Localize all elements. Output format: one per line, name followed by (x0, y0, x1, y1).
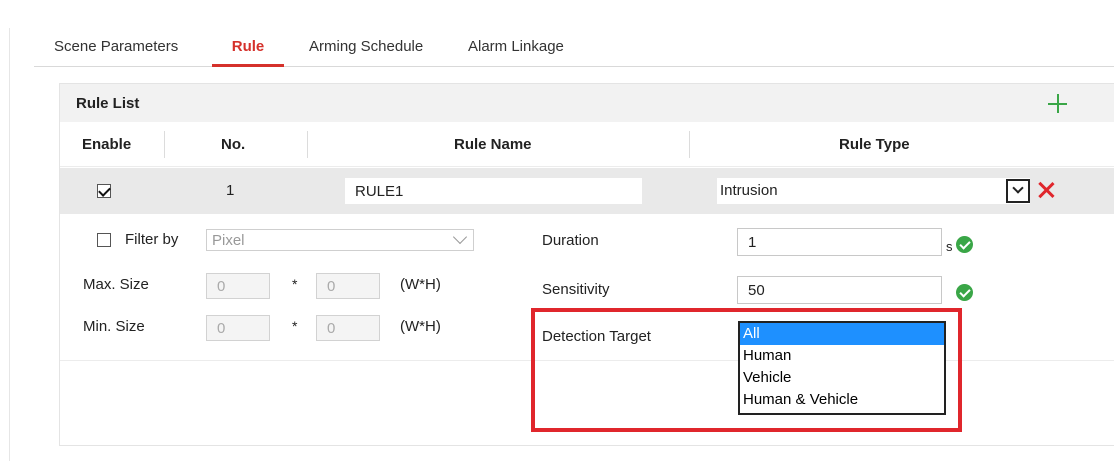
filter-by-checkbox[interactable] (97, 233, 111, 247)
chevron-down-icon (452, 229, 468, 245)
filter-by-label: Filter by (125, 231, 179, 248)
rule-list-header: Rule List (60, 84, 1114, 122)
min-size-separator: * (292, 318, 298, 334)
filter-by-value: Pixel (212, 232, 245, 249)
table-header: Enable No. Rule Name Rule Type (60, 122, 1114, 167)
tab-bar: Scene Parameters Rule Arming Schedule Al… (34, 0, 1114, 67)
max-size-separator: * (292, 276, 298, 292)
min-width-input[interactable]: 0 (206, 315, 270, 341)
duration-unit: s (946, 239, 953, 254)
filter-by-select[interactable]: Pixel (206, 229, 474, 251)
tab-rule[interactable]: Rule (212, 38, 284, 67)
sensitivity-label: Sensitivity (542, 281, 610, 298)
rule-list-title: Rule List (76, 95, 140, 112)
tab-alarm-linkage[interactable]: Alarm Linkage (468, 38, 564, 67)
rule-type-value: Intrusion (720, 182, 778, 199)
rule-type-select[interactable]: Intrusion (717, 178, 1030, 204)
duration-label: Duration (542, 232, 599, 249)
min-size-label: Min. Size (83, 318, 145, 335)
enable-checkbox[interactable] (97, 184, 111, 198)
close-icon[interactable] (1036, 180, 1056, 200)
duration-input[interactable]: 1 (737, 228, 942, 256)
rule-number: 1 (226, 182, 235, 199)
col-enable: Enable (82, 136, 132, 153)
min-height-input[interactable]: 0 (316, 315, 380, 341)
col-divider (307, 131, 308, 158)
col-rule-name: Rule Name (454, 136, 532, 153)
max-width-input[interactable]: 0 (206, 273, 270, 299)
sensitivity-input[interactable]: 50 (737, 276, 942, 304)
page-left-border (9, 28, 10, 461)
rule-name-input[interactable] (345, 178, 642, 204)
chevron-down-icon[interactable] (1006, 179, 1030, 203)
min-size-unit: (W*H) (400, 318, 441, 335)
check-icon (956, 284, 973, 301)
tab-arming-schedule[interactable]: Arming Schedule (309, 38, 423, 67)
col-no: No. (221, 136, 246, 153)
max-size-label: Max. Size (83, 276, 149, 293)
col-rule-type: Rule Type (839, 136, 910, 153)
plus-icon[interactable] (1045, 90, 1071, 116)
highlight-box (531, 308, 962, 432)
max-size-unit: (W*H) (400, 276, 441, 293)
col-divider (164, 131, 165, 158)
table-row[interactable]: 1 Intrusion (60, 168, 1114, 214)
check-icon (956, 236, 973, 253)
max-height-input[interactable]: 0 (316, 273, 380, 299)
tab-scene-parameters[interactable]: Scene Parameters (54, 38, 178, 67)
col-divider (689, 131, 690, 158)
